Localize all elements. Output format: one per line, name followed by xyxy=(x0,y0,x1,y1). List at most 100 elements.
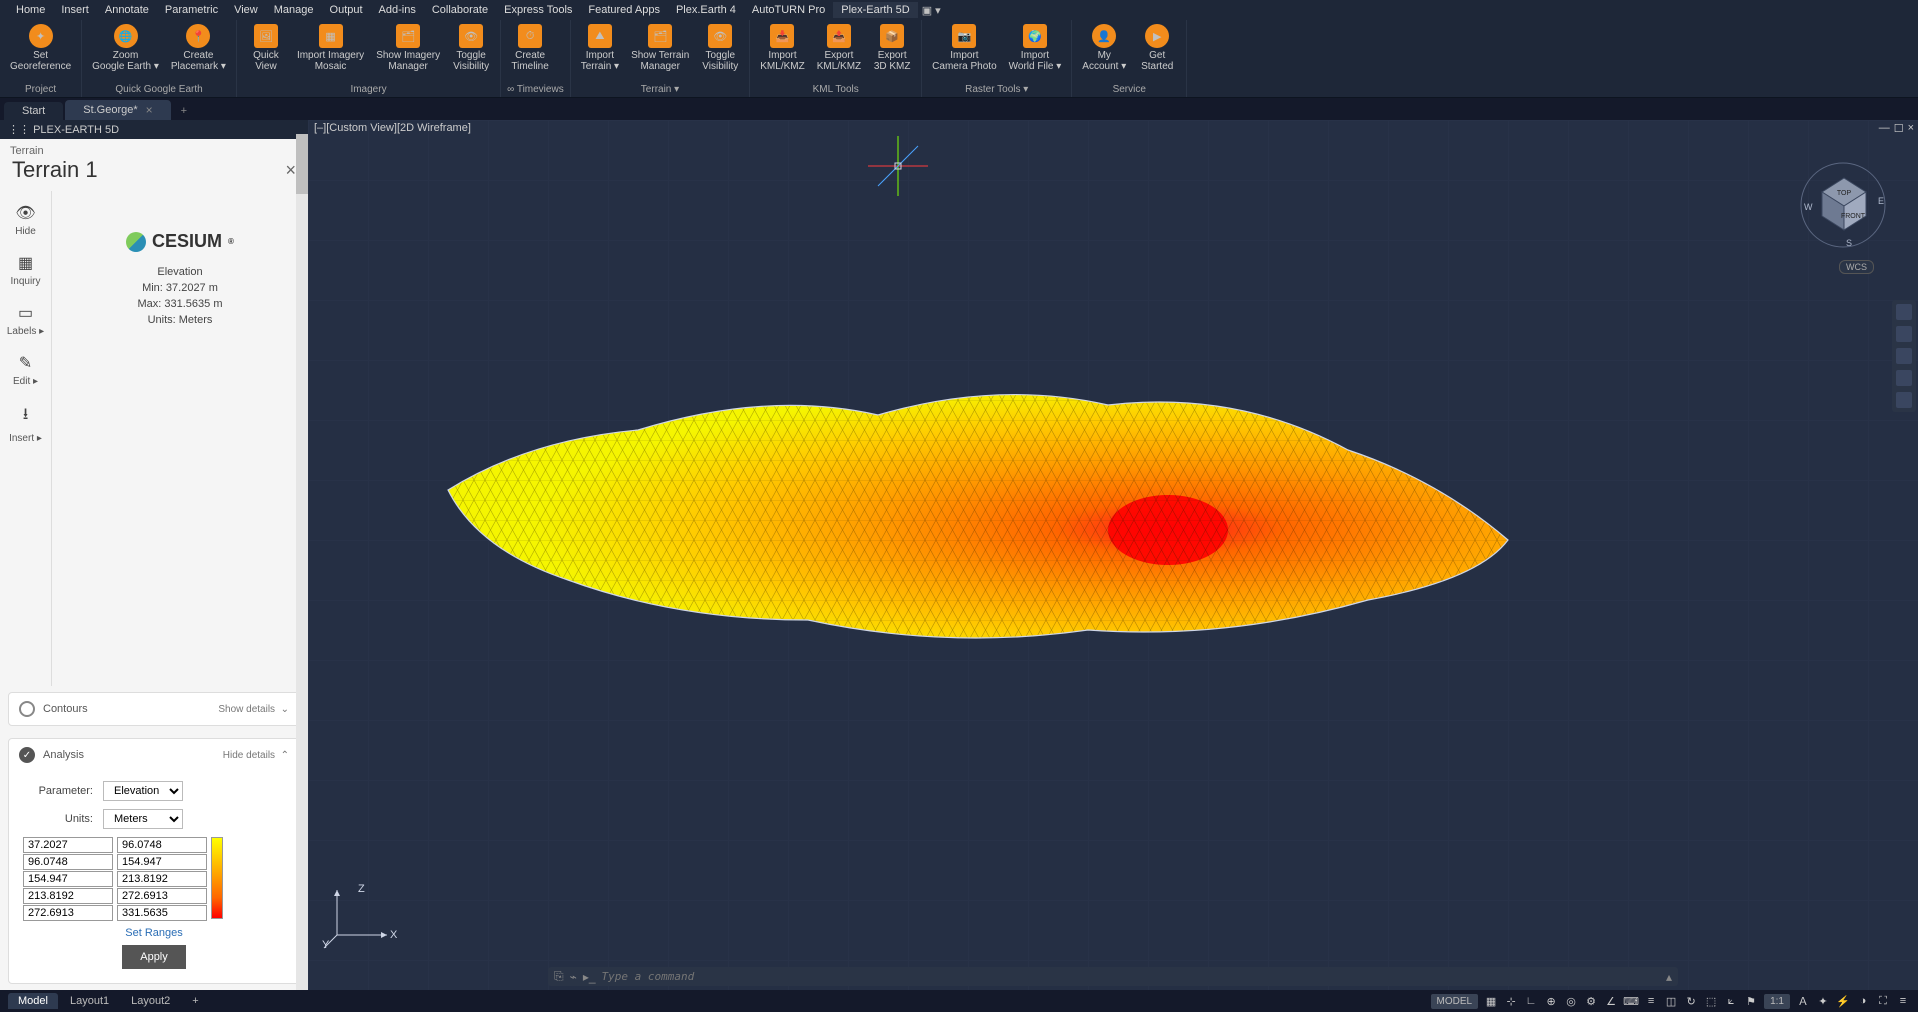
import-kml-button[interactable]: 📥Import KML/KMZ xyxy=(756,22,808,74)
set-georeference-button[interactable]: ✦Set Georeference xyxy=(6,22,75,74)
dynamic-input-icon[interactable]: ⌨ xyxy=(1624,994,1638,1008)
labels-button[interactable]: ▭Labels ▸ xyxy=(0,295,51,345)
show-terrain-manager-button[interactable]: 🗂Show Terrain Manager xyxy=(627,22,693,74)
viewport-maximize-button[interactable]: ☐ xyxy=(1894,122,1904,135)
gear-icon[interactable]: ⚙ xyxy=(1584,994,1598,1008)
toggle-terrain-visibility-button[interactable]: 👁Toggle Visibility xyxy=(697,22,743,74)
workspace-icon[interactable]: ✦ xyxy=(1816,994,1830,1008)
export-3dkmz-button[interactable]: 📦Export 3D KMZ xyxy=(869,22,915,74)
menu-annotate[interactable]: Annotate xyxy=(97,2,157,18)
menu-view[interactable]: View xyxy=(226,2,266,18)
import-camera-photo-button[interactable]: 📷Import Camera Photo xyxy=(928,22,1000,74)
view-cube[interactable]: TOP FRONT W S E xyxy=(1798,160,1888,250)
menu-plexearth4[interactable]: Plex.Earth 4 xyxy=(668,2,744,18)
range-from-4[interactable] xyxy=(23,905,113,921)
menu-express-tools[interactable]: Express Tools xyxy=(496,2,580,18)
units-select[interactable]: Meters xyxy=(103,809,183,829)
range-to-3[interactable] xyxy=(117,888,207,904)
menu-output[interactable]: Output xyxy=(322,2,371,18)
get-started-button[interactable]: ▶Get Started xyxy=(1134,22,1180,74)
clean-screen-icon[interactable]: ⛶ xyxy=(1876,994,1890,1008)
menu-collaborate[interactable]: Collaborate xyxy=(424,2,496,18)
status-model[interactable]: MODEL xyxy=(1431,994,1479,1009)
hide-button[interactable]: 👁Hide xyxy=(0,195,51,245)
toggle-imagery-visibility-button[interactable]: 👁Toggle Visibility xyxy=(448,22,494,74)
range-from-3[interactable] xyxy=(23,888,113,904)
menu-featured-apps[interactable]: Featured Apps xyxy=(580,2,668,18)
menu-manage[interactable]: Manage xyxy=(266,2,322,18)
polar-toggle-icon[interactable]: ⊕ xyxy=(1544,994,1558,1008)
close-icon[interactable]: × xyxy=(146,103,153,117)
my-account-button[interactable]: 👤My Account ▾ xyxy=(1078,22,1130,74)
show-imagery-manager-button[interactable]: 🗂Show Imagery Manager xyxy=(372,22,444,74)
analysis-toggle[interactable] xyxy=(19,747,35,763)
menu-home[interactable]: Home xyxy=(8,2,53,18)
tab-model[interactable]: Model xyxy=(8,993,58,1009)
viewport-minimize-button[interactable]: — xyxy=(1879,122,1890,135)
set-ranges-link[interactable]: Set Ranges xyxy=(23,927,285,939)
ucs-icon[interactable]: ⟀ xyxy=(1724,994,1738,1008)
inquiry-button[interactable]: ▦Inquiry xyxy=(0,245,51,295)
grid-toggle-icon[interactable]: ▦ xyxy=(1484,994,1498,1008)
nav-pan-icon[interactable] xyxy=(1896,326,1912,342)
3d-osnap-icon[interactable]: ⬚ xyxy=(1704,994,1718,1008)
filter-icon[interactable]: ⚑ xyxy=(1744,994,1758,1008)
edit-button[interactable]: ✎Edit ▸ xyxy=(0,345,51,395)
snap-toggle-icon[interactable]: ⊹ xyxy=(1504,994,1518,1008)
nav-zoom-icon[interactable] xyxy=(1896,348,1912,364)
nav-orbit-icon[interactable] xyxy=(1896,370,1912,386)
tab-add-layout[interactable]: + xyxy=(182,993,208,1009)
nav-home-icon[interactable] xyxy=(1896,304,1912,320)
create-placemark-button[interactable]: 📍Create Placemark ▾ xyxy=(167,22,230,74)
tab-layout1[interactable]: Layout1 xyxy=(60,993,119,1009)
ribbon-group-title[interactable]: Raster Tools ▾ xyxy=(928,82,1065,97)
panel-close-button[interactable]: × xyxy=(285,160,296,181)
import-world-file-button[interactable]: 🌍Import World File ▾ xyxy=(1005,22,1066,74)
breadcrumb[interactable]: Terrain xyxy=(0,139,308,157)
cycling-icon[interactable]: ↻ xyxy=(1684,994,1698,1008)
cmd-up-icon[interactable]: ▴ xyxy=(1666,970,1672,984)
panel-scrollbar[interactable] xyxy=(296,134,308,990)
range-from-2[interactable] xyxy=(23,871,113,887)
import-terrain-button[interactable]: ⛰Import Terrain ▾ xyxy=(577,22,623,74)
ortho-toggle-icon[interactable]: ∟ xyxy=(1524,994,1538,1008)
annotation-scale-icon[interactable]: Ａ xyxy=(1796,994,1810,1008)
menu-parametric[interactable]: Parametric xyxy=(157,2,226,18)
apply-button[interactable]: Apply xyxy=(122,945,186,969)
cmd-customize-icon[interactable]: ⌁ xyxy=(570,970,577,984)
analysis-header[interactable]: Analysis Hide details ⌃ xyxy=(9,739,299,771)
tab-layout2[interactable]: Layout2 xyxy=(121,993,180,1009)
insert-button[interactable]: ⭳Insert ▸ xyxy=(0,395,51,452)
range-from-0[interactable] xyxy=(23,837,113,853)
angle-icon[interactable]: ∠ xyxy=(1604,994,1618,1008)
menu-autoturn[interactable]: AutoTURN Pro xyxy=(744,2,833,18)
isolate-icon[interactable]: ◑ xyxy=(1856,994,1870,1008)
create-timeline-button[interactable]: ⏱Create Timeline xyxy=(507,22,553,74)
import-imagery-mosaic-button[interactable]: ▦Import Imagery Mosaic xyxy=(293,22,368,74)
range-to-2[interactable] xyxy=(117,871,207,887)
contours-toggle[interactable] xyxy=(19,701,35,717)
parameter-select[interactable]: Elevation xyxy=(103,781,183,801)
viewport-close-button[interactable]: × xyxy=(1908,122,1914,135)
range-to-4[interactable] xyxy=(117,905,207,921)
range-to-0[interactable] xyxy=(117,837,207,853)
range-to-1[interactable] xyxy=(117,854,207,870)
nav-more-icon[interactable] xyxy=(1896,392,1912,408)
doctab-stgeorge[interactable]: St.George*× xyxy=(65,100,170,120)
menu-overflow[interactable]: ▣ ▾ xyxy=(922,4,941,17)
zoom-google-earth-button[interactable]: 🌐Zoom Google Earth ▾ xyxy=(88,22,163,74)
show-details-button[interactable]: Show details ⌄ xyxy=(218,704,289,715)
command-input[interactable] xyxy=(602,970,1660,983)
viewport-label[interactable]: [–][Custom View][2D Wireframe] xyxy=(314,122,471,134)
menu-addins[interactable]: Add-ins xyxy=(371,2,424,18)
osnap-toggle-icon[interactable]: ◎ xyxy=(1564,994,1578,1008)
transparency-icon[interactable]: ◫ xyxy=(1664,994,1678,1008)
menu-insert[interactable]: Insert xyxy=(53,2,97,18)
ribbon-group-title[interactable]: Terrain ▾ xyxy=(577,82,744,97)
drawing-viewport[interactable]: [–][Custom View][2D Wireframe] — ☐ × xyxy=(308,120,1918,990)
wcs-badge[interactable]: WCS xyxy=(1839,260,1874,274)
hide-details-button[interactable]: Hide details ⌃ xyxy=(223,750,289,761)
menu-plexearth5d[interactable]: Plex-Earth 5D xyxy=(833,2,917,18)
contours-header[interactable]: Contours Show details ⌄ xyxy=(9,693,299,725)
new-tab-button[interactable]: + xyxy=(173,102,195,120)
